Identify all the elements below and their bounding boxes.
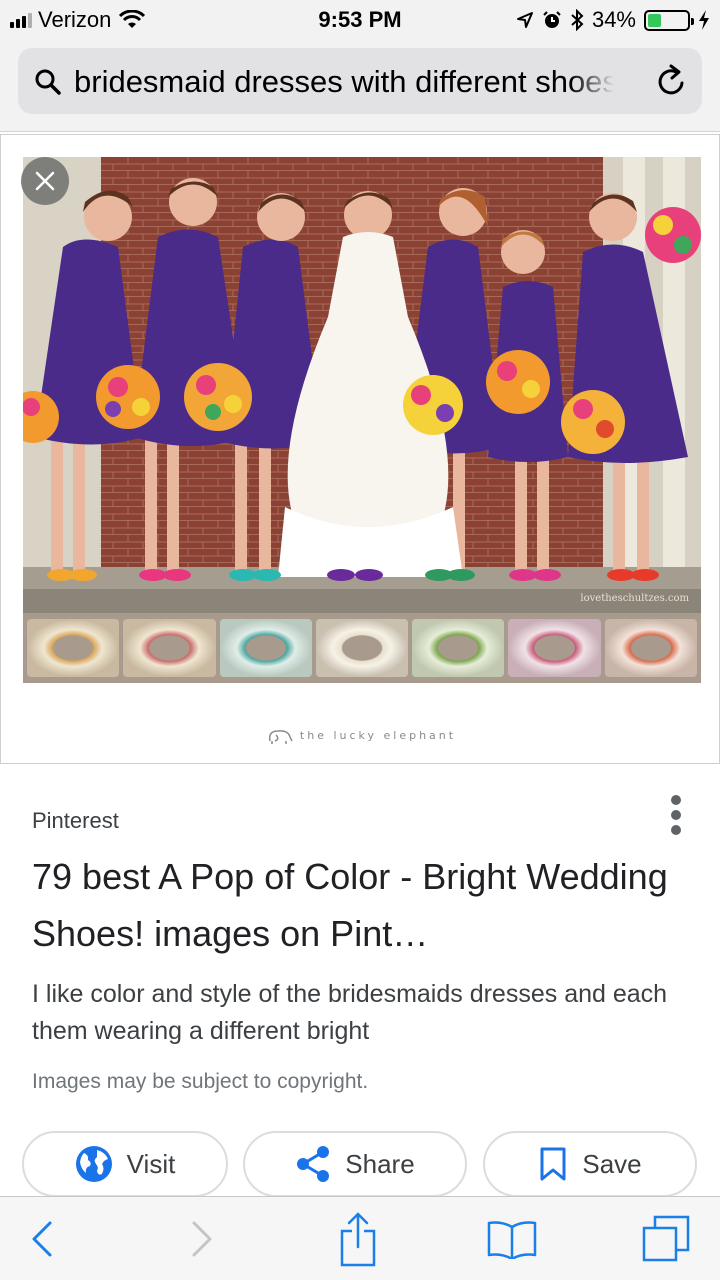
forward-button[interactable] (172, 1209, 232, 1269)
bluetooth-icon (571, 9, 584, 31)
result-source[interactable]: Pinterest (32, 808, 119, 834)
save-label: Save (582, 1148, 642, 1179)
status-bar: Verizon 9:53 PM 34% (0, 0, 720, 40)
back-icon (32, 1221, 52, 1257)
forward-icon (192, 1221, 212, 1257)
caption-text: the lucky elephant (299, 729, 457, 742)
close-icon (35, 171, 55, 191)
book-icon (487, 1221, 537, 1259)
result-description: I like color and style of the bridesmaid… (32, 980, 668, 1045)
visit-label: Visit (126, 1148, 176, 1179)
more-options-icon[interactable] (670, 795, 682, 835)
back-button[interactable] (12, 1209, 72, 1269)
globe-icon (75, 1146, 112, 1182)
bookmark-icon (540, 1147, 566, 1181)
share-label: Share (345, 1148, 415, 1179)
save-button[interactable]: Save (483, 1131, 697, 1197)
browser-toolbar (0, 1196, 720, 1280)
photo-watermark: lovetheschultzes.com (580, 593, 689, 604)
share-sheet-button[interactable] (328, 1209, 388, 1269)
alarm-icon (543, 11, 561, 28)
bookmarks-button[interactable] (482, 1209, 542, 1269)
search-icon (35, 69, 61, 95)
image-viewer: lovetheschultzes.com the lucky elephant (0, 134, 720, 764)
image-caption: the lucky elephant (1, 727, 720, 745)
charging-icon (699, 10, 709, 30)
share-icon (297, 1146, 330, 1182)
close-button[interactable] (21, 157, 69, 205)
battery-icon (644, 9, 694, 31)
address-bar: bridesmaid dresses with different shoes (0, 40, 720, 132)
search-query[interactable]: bridesmaid dresses with different shoes (74, 64, 614, 100)
battery-percent: 34% (591, 7, 636, 32)
result-title[interactable]: 79 best A Pop of Color - Bright Wedding … (32, 848, 672, 962)
tabs-icon (642, 1215, 690, 1262)
search-field[interactable]: bridesmaid dresses with different shoes (18, 48, 702, 114)
tabs-button[interactable] (636, 1209, 696, 1269)
action-buttons: Visit Share Save (22, 1131, 698, 1197)
elephant-icon (268, 730, 293, 744)
copyright-notice: Images may be subject to copyright. (32, 1070, 369, 1093)
reload-icon[interactable] (654, 63, 688, 99)
share-button[interactable]: Share (243, 1131, 467, 1197)
share-sheet-icon (340, 1212, 376, 1267)
bracelet-strip (23, 613, 701, 683)
location-icon (516, 12, 533, 28)
visit-button[interactable]: Visit (22, 1131, 228, 1197)
